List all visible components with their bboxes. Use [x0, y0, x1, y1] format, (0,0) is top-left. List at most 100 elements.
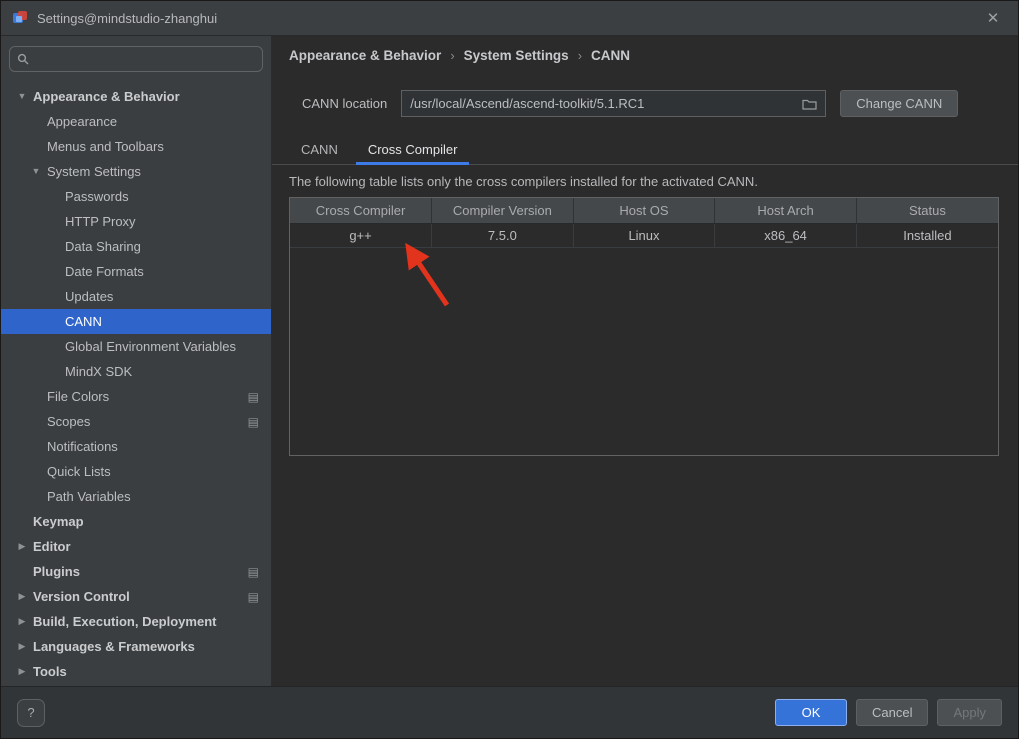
breadcrumb-item-appearance-behavior[interactable]: Appearance & Behavior	[289, 48, 441, 63]
table-header-cell[interactable]: Compiler Version	[431, 198, 574, 224]
sidebar-item-data-sharing[interactable]: Data Sharing	[1, 234, 271, 259]
app-icon	[11, 9, 29, 27]
tab-cross-compiler[interactable]: Cross Compiler	[355, 137, 470, 165]
search-input[interactable]	[9, 46, 263, 72]
chevron-right-icon[interactable]: ▶	[16, 617, 28, 626]
sidebar-item-tools[interactable]: ▶ Tools	[1, 659, 271, 684]
breadcrumb-separator: ›	[450, 47, 455, 63]
sidebar-item-label: CANN	[65, 314, 102, 329]
sidebar-item-editor[interactable]: ▶ Editor	[1, 534, 271, 559]
title-bar: Settings@mindstudio-zhanghui ✕	[1, 1, 1018, 36]
sidebar-item-system-settings[interactable]: ▼ System Settings	[1, 159, 271, 184]
cann-location-input[interactable]: /usr/local/Ascend/ascend-toolkit/5.1.RC1	[401, 90, 827, 117]
settings-tree: ▼ Appearance & Behavior Appearance Menus an…	[1, 84, 271, 686]
sidebar-item-menus-and-toolbars[interactable]: Menus and Toolbars	[1, 134, 271, 159]
sidebar-item-label: MindX SDK	[65, 364, 133, 379]
sidebar-item-label: Keymap	[33, 514, 84, 529]
footer-bar: ? OK Cancel Apply	[1, 686, 1018, 738]
table-header-cell[interactable]: Host Arch	[714, 198, 857, 224]
sidebar-item-plugins[interactable]: Plugins ▤	[1, 559, 271, 584]
sidebar-item-label: System Settings	[47, 164, 141, 179]
sidebar-item-label: Data Sharing	[65, 239, 141, 254]
detail-icon: ▤	[247, 589, 259, 604]
table-header-cell[interactable]: Host OS	[573, 198, 716, 224]
table-cell[interactable]: Linux	[573, 223, 716, 248]
sidebar-item-label: Notifications	[47, 439, 118, 454]
sidebar-item-label: Updates	[65, 289, 114, 304]
sidebar-item-file-colors[interactable]: File Colors ▤	[1, 384, 271, 409]
cross-compiler-table: Cross Compiler Compiler Version Host OS Hos…	[290, 198, 998, 248]
folder-icon[interactable]	[802, 98, 817, 110]
settings-sidebar: ▼ Appearance & Behavior Appearance Menus an…	[1, 36, 272, 686]
sidebar-item-label: Menus and Toolbars	[47, 139, 164, 154]
sidebar-item-label: HTTP Proxy	[65, 214, 136, 229]
help-button[interactable]: ?	[17, 698, 45, 727]
sidebar-item-appearance[interactable]: Appearance	[1, 109, 271, 134]
sidebar-item-cann[interactable]: CANN	[1, 309, 271, 334]
sidebar-item-label: Appearance	[47, 114, 118, 129]
sidebar-item-label: Date Formats	[65, 264, 144, 279]
chevron-right-icon[interactable]: ▶	[16, 667, 28, 676]
search-icon	[17, 53, 29, 65]
sidebar-item-date-formats[interactable]: Date Formats	[1, 259, 271, 284]
sidebar-item-version-control[interactable]: ▶ Version Control ▤	[1, 584, 271, 609]
detail-icon: ▤	[247, 389, 259, 404]
close-icon[interactable]: ✕	[978, 9, 1008, 27]
sidebar-item-label: Tools	[33, 664, 67, 679]
cross-compiler-table-panel: Cross Compiler Compiler Version Host OS Hos…	[289, 197, 999, 456]
sidebar-item-http-proxy[interactable]: HTTP Proxy	[1, 209, 271, 234]
sidebar-item-global-environment-variables[interactable]: Global Environment Variables	[1, 334, 271, 359]
cann-location-value: /usr/local/Ascend/ascend-toolkit/5.1.RC1	[410, 96, 645, 111]
cann-location-row: CANN location /usr/local/Ascend/ascend-t…	[289, 90, 996, 117]
sidebar-item-languages-frameworks[interactable]: ▶ Languages & Frameworks	[1, 634, 271, 659]
sidebar-item-label: Scopes	[47, 414, 91, 429]
sidebar-item-label: Build, Execution, Deployment	[33, 614, 217, 629]
chevron-down-icon[interactable]: ▼	[16, 92, 28, 101]
breadcrumb-item-cann[interactable]: CANN	[591, 48, 630, 63]
sidebar-item-path-variables[interactable]: Path Variables	[1, 484, 271, 509]
table-cell[interactable]: 7.5.0	[431, 223, 574, 248]
cancel-button[interactable]: Cancel	[856, 699, 929, 726]
sidebar-item-quick-lists[interactable]: Quick Lists	[1, 459, 271, 484]
sidebar-item-updates[interactable]: Updates	[1, 284, 271, 309]
table-description: The following table lists only the cross…	[289, 174, 758, 189]
sidebar-item-mindx-sdk[interactable]: MindX SDK	[1, 359, 271, 384]
apply-button[interactable]: Apply	[937, 699, 1002, 726]
sidebar-item-label: Languages & Frameworks	[33, 639, 195, 654]
change-cann-button[interactable]: Change CANN	[840, 90, 959, 117]
sidebar-item-label: File Colors	[47, 389, 110, 404]
sidebar-item-keymap[interactable]: Keymap	[1, 509, 271, 534]
chevron-down-icon[interactable]: ▼	[30, 167, 42, 176]
chevron-right-icon[interactable]: ▶	[16, 592, 28, 601]
sidebar-item-label: Quick Lists	[47, 464, 111, 479]
sidebar-item-scopes[interactable]: Scopes ▤	[1, 409, 271, 434]
sidebar-item-label: Editor	[33, 539, 71, 554]
table-header-cell[interactable]: Status	[856, 198, 998, 224]
tab-cann[interactable]: CANN	[289, 137, 350, 165]
settings-content: Appearance & Behavior › System Settings › CA…	[272, 36, 1018, 686]
ok-button[interactable]: OK	[775, 699, 847, 726]
breadcrumb-item-system-settings[interactable]: System Settings	[464, 48, 569, 63]
sidebar-item-label: Plugins	[33, 564, 80, 579]
window-title: Settings@mindstudio-zhanghui	[37, 10, 218, 26]
sidebar-item-passwords[interactable]: Passwords	[1, 184, 271, 209]
sidebar-item-appearance-behavior[interactable]: ▼ Appearance & Behavior	[1, 84, 271, 109]
tab-bar: CANN Cross Compiler	[272, 137, 1018, 165]
chevron-right-icon[interactable]: ▶	[16, 542, 28, 551]
detail-icon: ▤	[247, 564, 259, 579]
cann-location-label: CANN location	[302, 96, 388, 111]
dialog-body: ▼ Appearance & Behavior Appearance Menus an…	[1, 36, 1018, 686]
table-row[interactable]: g++ 7.5.0 Linux x86_64 Installed	[290, 223, 998, 248]
breadcrumb-separator: ›	[577, 47, 583, 63]
sidebar-item-label: Passwords	[65, 189, 129, 204]
chevron-right-icon[interactable]: ▶	[16, 642, 28, 651]
sidebar-item-label: Path Variables	[47, 489, 131, 504]
breadcrumb: Appearance & Behavior › System Settings › CA…	[289, 44, 996, 66]
table-cell[interactable]: Installed	[856, 223, 998, 248]
sidebar-item-notifications[interactable]: Notifications	[1, 434, 271, 459]
table-cell[interactable]: g++	[290, 223, 433, 248]
table-cell[interactable]: x86_64	[714, 223, 857, 248]
sidebar-item-label: Global Environment Variables	[65, 339, 237, 354]
sidebar-item-build-execution-deployment[interactable]: ▶ Build, Execution, Deployment	[1, 609, 271, 634]
table-header-cell[interactable]: Cross Compiler	[290, 198, 433, 224]
